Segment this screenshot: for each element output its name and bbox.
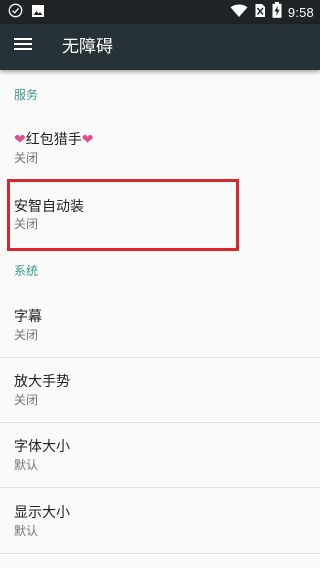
section-header-services: 服务: [14, 88, 39, 102]
status-system: 9:58: [230, 2, 314, 22]
system-item-magnification-gestures[interactable]: 放大手势 关闭: [0, 358, 320, 422]
page-title: 无障碍: [62, 37, 113, 57]
service-item-label: 红包猎手: [25, 132, 82, 148]
check-circle-icon: [8, 3, 23, 22]
system-item-status: 关闭: [14, 393, 39, 407]
service-item-status: 关闭: [14, 151, 39, 165]
system-item-label: 放大手势: [14, 374, 70, 390]
service-item-red-packet-hunter[interactable]: ❤红包猎手❤ 关闭: [0, 117, 320, 177]
system-item-status: 默认: [14, 524, 39, 538]
system-item-status: 关闭: [14, 328, 39, 342]
battery-charging-icon: [272, 2, 282, 22]
wifi-icon: [230, 3, 248, 22]
system-item-label: 字体大小: [14, 439, 70, 455]
heart-icon: ❤: [14, 132, 26, 148]
system-item-label: 显示大小: [14, 505, 70, 521]
system-item-captions[interactable]: 字幕 关闭: [0, 295, 320, 357]
system-item-display-size[interactable]: 显示大小 默认: [0, 488, 320, 552]
status-bar: 9:58: [0, 0, 320, 24]
highlight-box: [7, 179, 239, 251]
no-sim-icon: [254, 3, 266, 22]
divider: [0, 553, 320, 554]
section-header-system: 系统: [14, 264, 39, 278]
system-item-font-size[interactable]: 字体大小 默认: [0, 423, 320, 487]
app-toolbar: 无障碍: [0, 24, 320, 70]
system-item-label: 字幕: [14, 309, 42, 325]
status-time: 9:58: [287, 4, 314, 20]
heart-icon: ❤: [81, 132, 94, 148]
menu-icon[interactable]: [14, 38, 34, 56]
status-notifications: [8, 3, 45, 22]
image-icon: [31, 3, 45, 22]
system-item-status: 默认: [14, 458, 39, 472]
service-item-title: ❤红包猎手❤: [14, 131, 93, 149]
